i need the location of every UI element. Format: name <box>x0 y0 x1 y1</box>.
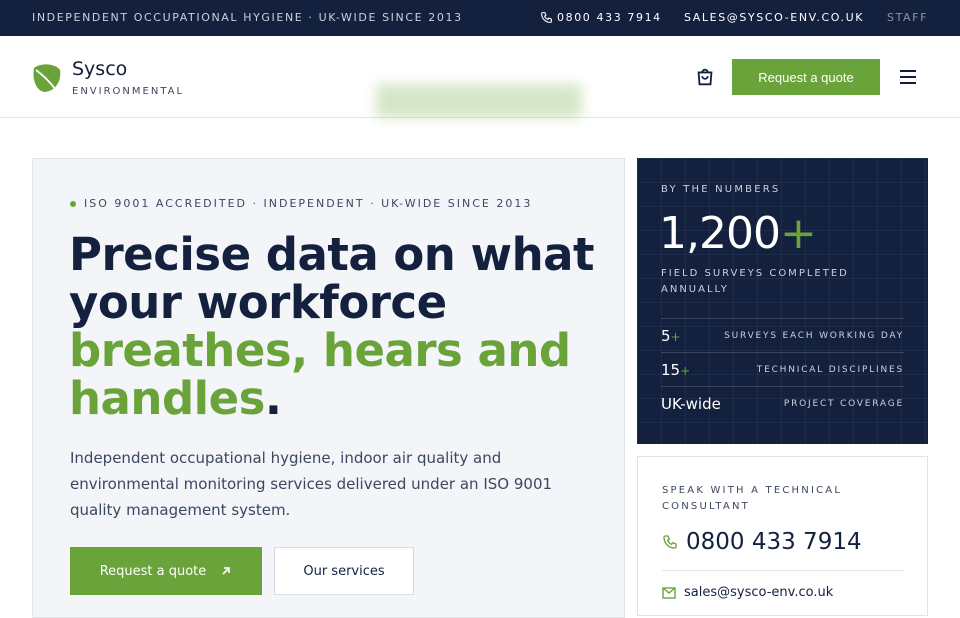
contact-phone-link[interactable]: 0800 433 7914 <box>662 529 862 555</box>
leaf-logo-icon[interactable] <box>32 60 62 94</box>
stat-label: PROJECT COVERAGE <box>784 399 904 409</box>
stat-label: TECHNICAL DISCIPLINES <box>757 365 904 375</box>
contact-divider <box>662 570 905 571</box>
staff-link[interactable]: STAFF <box>887 11 928 24</box>
site-header: Sysco ENVIRONMENTAL Request a quote <box>0 36 960 118</box>
mail-icon <box>662 587 676 599</box>
cart-icon[interactable] <box>694 66 716 88</box>
stat-value: 15+ <box>661 361 690 379</box>
hero-eyebrow-text: ISO 9001 ACCREDITED · INDEPENDENT · UK-W… <box>84 197 532 210</box>
hero-eyebrow: ISO 9001 ACCREDITED · INDEPENDENT · UK-W… <box>70 197 532 210</box>
phone-icon <box>662 534 678 550</box>
headline-line-3: breathes, hears and <box>69 324 571 377</box>
stat-number: UK-wide <box>661 395 721 413</box>
blurred-overlay <box>376 84 582 118</box>
numbers-panel: BY THE NUMBERS 1,200+ FIELD SURVEYS COMP… <box>637 158 928 444</box>
stat-row: 5+ SURVEYS EACH WORKING DAY <box>661 318 904 352</box>
stat-row: 15+ TECHNICAL DISCIPLINES <box>661 352 904 386</box>
hero-request-quote-button[interactable]: Request a quote <box>70 547 262 595</box>
brand-name[interactable]: Sysco <box>72 58 127 80</box>
status-dot <box>70 201 76 207</box>
brand-subtitle: ENVIRONMENTAL <box>72 86 184 97</box>
contact-label: SPEAK WITH A TECHNICAL CONSULTANT <box>662 483 902 515</box>
big-stat-suffix: + <box>780 208 816 259</box>
big-stat-caption: FIELD SURVEYS COMPLETED ANNUALLY <box>661 266 881 298</box>
numbers-label: BY THE NUMBERS <box>661 184 780 195</box>
phone-icon <box>540 11 553 24</box>
hero-card: ISO 9001 ACCREDITED · INDEPENDENT · UK-W… <box>32 158 625 618</box>
top-bar-tagline: INDEPENDENT OCCUPATIONAL HYGIENE · UK-WI… <box>32 11 463 24</box>
menu-icon[interactable] <box>900 70 916 84</box>
our-services-button[interactable]: Our services <box>274 547 414 595</box>
stat-suffix: + <box>671 330 681 344</box>
stat-number: 5 <box>661 327 671 345</box>
top-bar-phone-link[interactable]: 0800 433 7914 <box>540 11 662 24</box>
contact-email-link[interactable]: sales@sysco-env.co.uk <box>662 585 833 600</box>
arrow-up-right-icon <box>220 565 232 577</box>
contact-phone-text: 0800 433 7914 <box>686 529 862 555</box>
stat-list: 5+ SURVEYS EACH WORKING DAY 15+ TECHNICA… <box>661 318 904 420</box>
stat-value: UK-wide <box>661 395 721 413</box>
top-bar-phone-text: 0800 433 7914 <box>557 11 662 24</box>
hero-headline: Precise data on what your workforce brea… <box>69 231 609 423</box>
hero-lead: Independent occupational hygiene, indoor… <box>70 445 570 523</box>
headline-period: . <box>265 372 282 425</box>
top-bar: INDEPENDENT OCCUPATIONAL HYGIENE · UK-WI… <box>0 0 960 36</box>
stat-label: SURVEYS EACH WORKING DAY <box>724 331 904 341</box>
headline-line-2: your workforce <box>69 276 447 329</box>
top-bar-email-link[interactable]: SALES@SYSCO-ENV.CO.UK <box>684 11 864 24</box>
stat-number: 15 <box>661 361 680 379</box>
stat-value: 5+ <box>661 327 681 345</box>
header-request-quote-button[interactable]: Request a quote <box>732 59 880 95</box>
contact-email-text: sales@sysco-env.co.uk <box>684 585 833 600</box>
contact-card: SPEAK WITH A TECHNICAL CONSULTANT 0800 4… <box>637 456 928 616</box>
stat-row: UK-wide PROJECT COVERAGE <box>661 386 904 420</box>
stat-suffix: + <box>680 364 690 378</box>
hero-request-quote-label: Request a quote <box>100 564 207 579</box>
headline-line-4: handles <box>69 372 265 425</box>
headline-line-1: Precise data on what <box>69 228 594 281</box>
big-stat: 1,200+ <box>659 208 816 259</box>
big-stat-value: 1,200 <box>659 208 780 259</box>
